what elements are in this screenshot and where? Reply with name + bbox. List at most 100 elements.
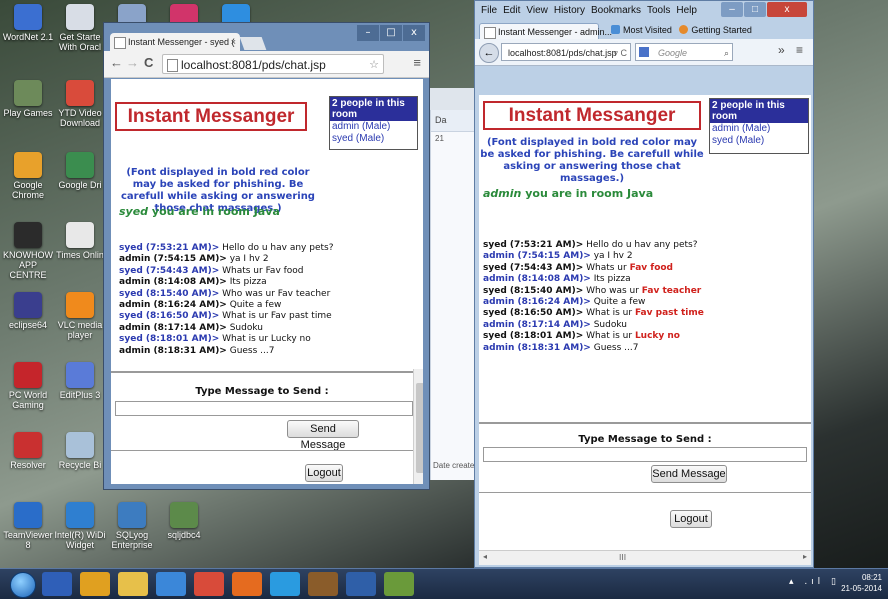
desktop-icon[interactable]: EditPlus 3	[54, 362, 106, 400]
reload-icon[interactable]: C	[144, 55, 153, 70]
message-input[interactable]	[483, 447, 807, 462]
send-message-button[interactable]: Send Message	[287, 420, 359, 451]
clock[interactable]: 08:21 21-05-2014	[841, 572, 882, 594]
search-input[interactable]: Google ⌕	[635, 43, 733, 61]
chrome-menu-icon[interactable]: ≡	[413, 55, 421, 70]
menu-item-file[interactable]: File	[481, 5, 497, 16]
chat-message: admin (8:18:31 AM)> Guess ...7	[483, 343, 809, 354]
people-list-item[interactable]: admin (Male)	[710, 123, 808, 135]
people-list-item[interactable]: syed (Male)	[330, 133, 417, 145]
people-list-item[interactable]: syed (Male)	[710, 135, 808, 147]
scrollbar-thumb[interactable]	[416, 383, 423, 473]
chrome-tab-messenger[interactable]: Instant Messenger - syed ( ×	[110, 33, 240, 51]
horizontal-scrollbar[interactable]: ◂ III ▸	[479, 550, 811, 565]
scroll-left-icon[interactable]: ◂	[483, 552, 487, 561]
message-highlight: Fav food	[629, 262, 673, 273]
paint-icon[interactable]	[384, 572, 414, 596]
most-visited-icon	[611, 25, 620, 34]
send-message-button[interactable]: Send Message	[651, 465, 727, 483]
back-button[interactable]: ←	[479, 43, 499, 63]
desktop-icon[interactable]: Intel(R) WiDi Widget	[54, 502, 106, 550]
message-sender: admin (8:17:14 AM)>	[483, 319, 591, 330]
desktop-icon[interactable]: SQLyog Enterprise	[106, 502, 158, 550]
logout-button[interactable]: Logout	[670, 510, 712, 528]
desktop-icon[interactable]: Resolver	[2, 432, 54, 470]
search-engine-icon[interactable]	[639, 47, 649, 57]
minimize-button[interactable]: –	[721, 2, 743, 17]
explorer-icon[interactable]	[118, 572, 148, 596]
menu-item-edit[interactable]: Edit	[503, 5, 520, 16]
bookmark-most-visited[interactable]: Most Visited	[623, 25, 672, 35]
desktop-app-icon	[14, 222, 42, 248]
desktop-icon-label: TeamViewer 8	[3, 530, 53, 550]
bookmark-getting-started[interactable]: Getting Started	[691, 25, 752, 35]
page-icon	[167, 59, 178, 72]
forward-icon[interactable]: →	[126, 55, 139, 70]
minimize-button[interactable]: –	[357, 25, 379, 41]
room-user: admin	[483, 187, 522, 200]
back-icon[interactable]: ←	[110, 55, 123, 70]
skype-icon[interactable]	[270, 572, 300, 596]
address-bar[interactable]: localhost:8081/pds/chat.jsp ▿ C	[501, 43, 631, 61]
firefox-icon[interactable]	[232, 572, 262, 596]
desktop-icon[interactable]: sqljdbc4	[158, 502, 210, 540]
divider	[479, 422, 811, 424]
desktop-icon[interactable]: Recycle Bi	[54, 432, 106, 470]
desktop-icon[interactable]: YTD Video Download	[54, 80, 106, 128]
menu-item-view[interactable]: View	[526, 5, 548, 16]
desktop-icon[interactable]: eclipse64	[2, 292, 54, 330]
address-bar[interactable]: localhost:8081/pds/chat.jsp ☆	[162, 54, 384, 74]
desktop-app-icon	[14, 432, 42, 458]
message-text: Sudoku	[226, 322, 263, 333]
start-button[interactable]	[10, 572, 36, 598]
desktop-icon[interactable]: Google Dri	[54, 152, 106, 190]
scrollbar-grip[interactable]: III	[619, 553, 626, 562]
message-highlight: Fav past time	[634, 308, 704, 319]
desktop-icon[interactable]: WordNet 2.1	[2, 4, 54, 42]
settings-icon[interactable]	[308, 572, 338, 596]
desktop-icon[interactable]: Play Games	[2, 80, 54, 118]
taskbar: ▴ .ıl ▯ 08:21 21-05-2014	[0, 568, 888, 599]
apps-icon[interactable]	[194, 572, 224, 596]
ie-icon[interactable]	[156, 572, 186, 596]
app-title: Instant Messanger	[483, 101, 701, 130]
scroll-right-icon[interactable]: ▸	[803, 552, 807, 561]
menu-item-help[interactable]: Help	[676, 5, 697, 16]
menu-item-tools[interactable]: Tools	[647, 5, 670, 16]
message-sender: syed (7:54:43 AM)>	[483, 262, 584, 273]
chrome-icon[interactable]	[80, 572, 110, 596]
desktop-icon[interactable]: Google Chrome	[2, 152, 54, 200]
chat-message: admin (8:17:14 AM)> Sudoku	[119, 323, 419, 334]
people-list-item[interactable]: admin (Male)	[330, 121, 417, 133]
maximize-button[interactable]: □	[744, 2, 766, 17]
search-icon[interactable]: ⌕	[724, 44, 729, 62]
explorer-column-header[interactable]: Da	[431, 110, 475, 132]
desktop-icon[interactable]: Times Onlin	[54, 222, 106, 260]
desktop-app-icon	[14, 292, 42, 318]
desktop-icon[interactable]: PC World Gaming	[2, 362, 54, 410]
desktop-icon[interactable]: Get Starte With Oracl	[54, 4, 106, 52]
desktop-icon[interactable]: VLC media player	[54, 292, 106, 340]
vertical-scrollbar[interactable]	[413, 369, 423, 484]
logout-button[interactable]: Logout	[305, 464, 343, 482]
media-icon[interactable]	[42, 572, 72, 596]
divider	[111, 371, 413, 373]
url-dropdown-reload[interactable]: ▿ C	[613, 44, 627, 60]
new-tab-button[interactable]	[239, 37, 267, 50]
tab-close-icon[interactable]: ×	[231, 33, 236, 51]
firefox-tab-messenger[interactable]: Instant Messenger - admin...	[479, 23, 612, 39]
desktop-icon[interactable]: TeamViewer 8	[2, 502, 54, 550]
star-icon[interactable]: ☆	[369, 55, 379, 75]
message-input[interactable]	[115, 401, 413, 416]
close-button[interactable]: x	[403, 25, 425, 41]
system-tray[interactable]: ▴ .ıl ▯	[789, 577, 840, 587]
maximize-button[interactable]: □	[380, 25, 402, 41]
toolbar-overflow-menu[interactable]: » ≡	[778, 43, 807, 57]
word-icon[interactable]	[346, 572, 376, 596]
room-user: syed	[119, 205, 149, 218]
menu-item-history[interactable]: History	[554, 5, 585, 16]
people-count-header: 2 people in this room	[330, 97, 417, 121]
close-button[interactable]: x	[767, 2, 807, 17]
menu-item-bookmarks[interactable]: Bookmarks	[591, 5, 641, 16]
desktop-icon[interactable]: KNOWHOW APP CENTRE	[2, 222, 54, 280]
